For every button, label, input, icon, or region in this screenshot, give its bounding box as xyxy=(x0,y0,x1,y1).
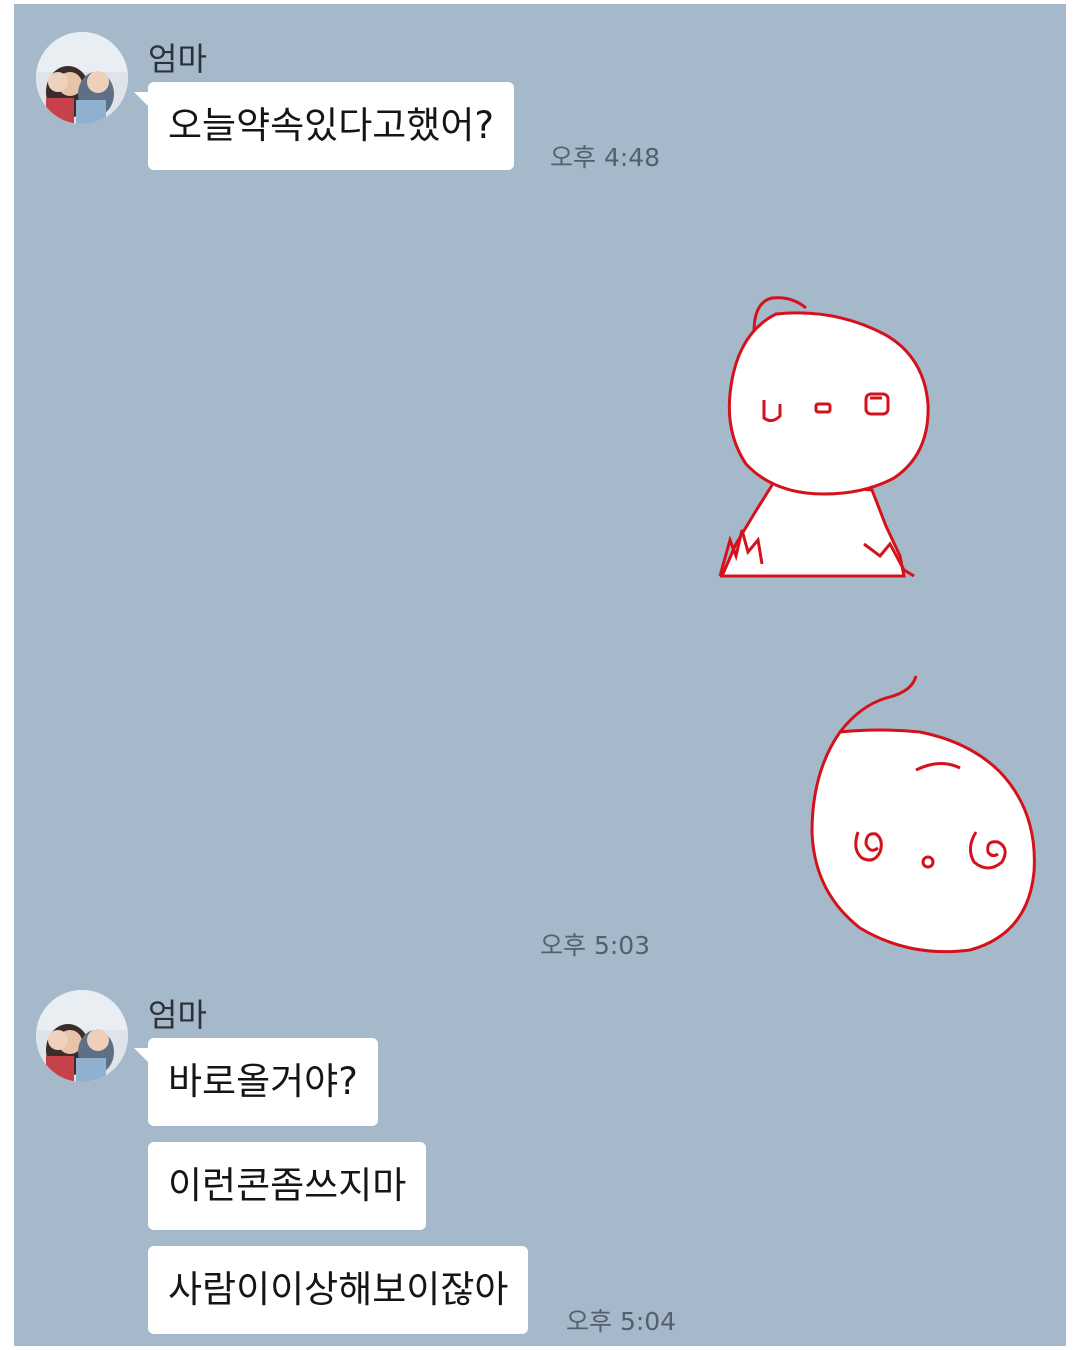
message-bubble[interactable]: 사람이이상해보이잖아 xyxy=(148,1246,529,1334)
sender-avatar[interactable] xyxy=(36,990,128,1082)
message-time: 오후 5:04 xyxy=(566,1307,677,1336)
drawn-character-sticker[interactable] xyxy=(714,294,944,598)
message-bubble[interactable]: 이런콘좀쓰지마 xyxy=(148,1142,427,1230)
message-bubble[interactable]: 오늘약속있다고했어? xyxy=(134,82,514,170)
sender-avatar[interactable] xyxy=(36,32,128,124)
drawn-face-sticker[interactable] xyxy=(800,672,1050,966)
message-time: 오후 5:03 xyxy=(540,931,651,960)
message-bubble[interactable]: 바로올거야? xyxy=(134,1038,378,1126)
sender-name: 엄마 xyxy=(148,40,207,78)
message-time: 오후 4:48 xyxy=(550,143,661,172)
chat-room: 엄마 오늘약속있다고했어? 오후 4:48 오후 5:03 엄마 바로올거야? … xyxy=(14,4,1066,1346)
sender-name: 엄마 xyxy=(148,996,207,1034)
